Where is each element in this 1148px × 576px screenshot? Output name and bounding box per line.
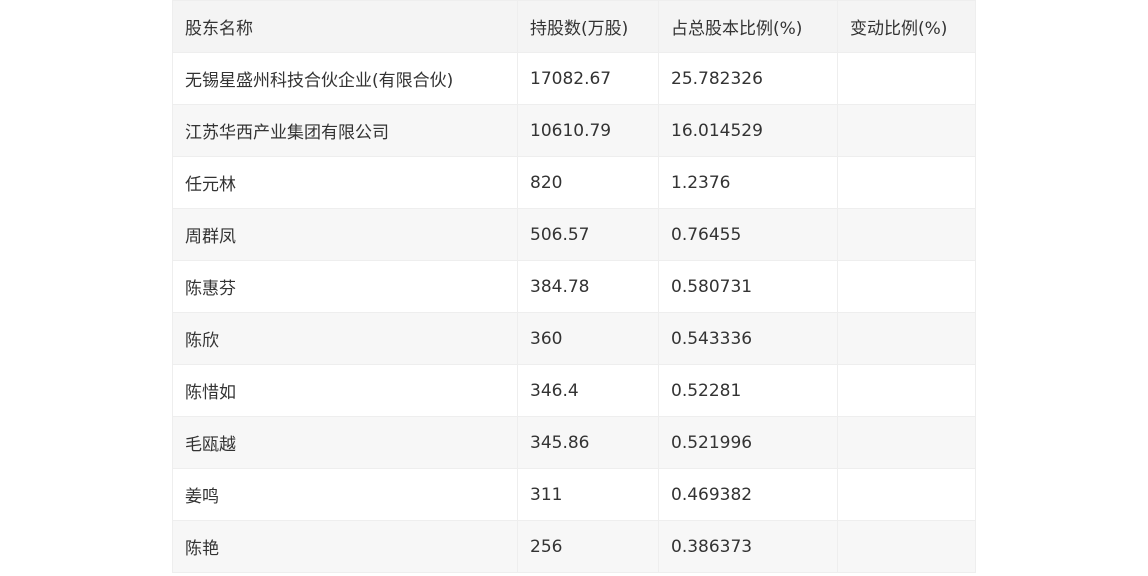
cell-shares-held: 311 [517,468,659,521]
header-shareholder-name: 股东名称 [172,0,518,53]
cell-share-ratio: 0.469382 [658,468,838,521]
cell-shares-held: 384.78 [517,260,659,313]
cell-share-ratio: 0.386373 [658,520,838,573]
cell-share-ratio: 16.014529 [658,104,838,157]
cell-shares-held: 346.4 [517,364,659,417]
cell-change-ratio [837,104,976,157]
cell-share-ratio: 0.76455 [658,208,838,261]
cell-shares-held: 506.57 [517,208,659,261]
cell-shareholder-name: 周群凤 [172,208,518,261]
cell-share-ratio: 0.543336 [658,312,838,365]
cell-shareholder-name: 无锡星盛州科技合伙企业(有限合伙) [172,52,518,105]
shareholder-table-container: 股东名称 持股数(万股) 占总股本比例(%) 变动比例(%) 无锡星盛州科技合伙… [172,0,976,573]
shareholder-table: 股东名称 持股数(万股) 占总股本比例(%) 变动比例(%) 无锡星盛州科技合伙… [172,0,976,573]
header-shares-held: 持股数(万股) [517,0,659,53]
table-row: 陈惠芬 384.78 0.580731 [172,260,976,313]
table-row: 陈艳 256 0.386373 [172,520,976,573]
table-row: 陈欣 360 0.543336 [172,312,976,365]
cell-shareholder-name: 陈惜如 [172,364,518,417]
cell-change-ratio [837,312,976,365]
cell-shares-held: 10610.79 [517,104,659,157]
cell-shareholder-name: 陈惠芬 [172,260,518,313]
table-row: 任元林 820 1.2376 [172,156,976,209]
cell-change-ratio [837,416,976,469]
cell-shares-held: 345.86 [517,416,659,469]
cell-share-ratio: 0.521996 [658,416,838,469]
header-share-ratio: 占总股本比例(%) [658,0,838,53]
table-row: 陈惜如 346.4 0.52281 [172,364,976,417]
header-change-ratio: 变动比例(%) [837,0,976,53]
cell-shareholder-name: 姜鸣 [172,468,518,521]
table-row: 周群凤 506.57 0.76455 [172,208,976,261]
cell-change-ratio [837,468,976,521]
cell-share-ratio: 0.580731 [658,260,838,313]
cell-share-ratio: 1.2376 [658,156,838,209]
cell-change-ratio [837,520,976,573]
cell-shares-held: 820 [517,156,659,209]
cell-change-ratio [837,364,976,417]
cell-shareholder-name: 毛瓯越 [172,416,518,469]
cell-shareholder-name: 任元林 [172,156,518,209]
table-row: 江苏华西产业集团有限公司 10610.79 16.014529 [172,104,976,157]
cell-shares-held: 256 [517,520,659,573]
cell-shareholder-name: 陈欣 [172,312,518,365]
table-body: 无锡星盛州科技合伙企业(有限合伙) 17082.67 25.782326 江苏华… [172,52,976,573]
cell-change-ratio [837,208,976,261]
table-row: 无锡星盛州科技合伙企业(有限合伙) 17082.67 25.782326 [172,52,976,105]
cell-shares-held: 17082.67 [517,52,659,105]
table-row: 姜鸣 311 0.469382 [172,468,976,521]
cell-share-ratio: 0.52281 [658,364,838,417]
header-row: 股东名称 持股数(万股) 占总股本比例(%) 变动比例(%) [172,0,976,53]
table-header: 股东名称 持股数(万股) 占总股本比例(%) 变动比例(%) [172,0,976,53]
cell-shareholder-name: 江苏华西产业集团有限公司 [172,104,518,157]
cell-change-ratio [837,260,976,313]
cell-share-ratio: 25.782326 [658,52,838,105]
cell-shares-held: 360 [517,312,659,365]
cell-change-ratio [837,156,976,209]
cell-change-ratio [837,52,976,105]
cell-shareholder-name: 陈艳 [172,520,518,573]
table-row: 毛瓯越 345.86 0.521996 [172,416,976,469]
